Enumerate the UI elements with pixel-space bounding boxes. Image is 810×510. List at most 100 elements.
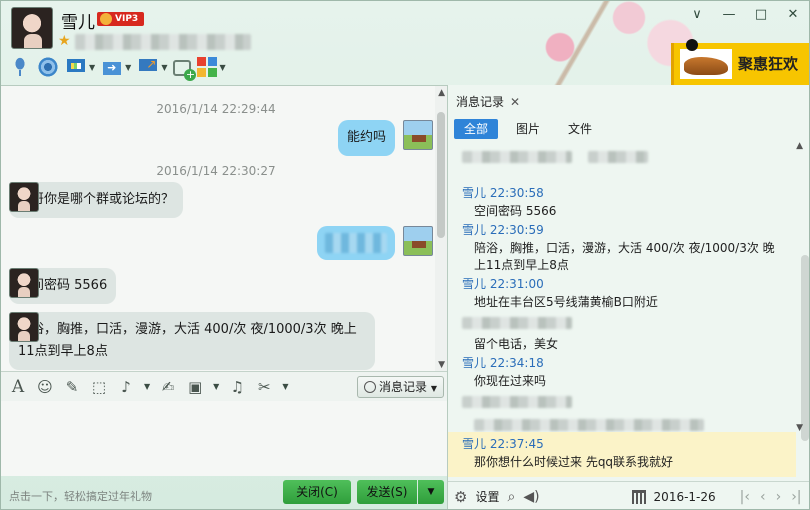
edit-icon[interactable]: ✍ [159, 378, 177, 396]
chevron-down-icon[interactable]: ▼ [219, 63, 225, 72]
message-bubble[interactable]: 陪浴，胸推，口活，漫游，大活 400/次 夜/1000/3次 晚上 11点到早上… [9, 312, 375, 370]
send-options-dropdown[interactable]: ▼ [418, 480, 444, 504]
history-record-blurred [448, 390, 796, 432]
new-message-icon [173, 60, 197, 81]
record-sender-time: 雪儿 22:34:18 [462, 356, 544, 370]
message-history-label: 消息记录 [379, 380, 428, 394]
tab-message-history[interactable]: 消息记录 ✕ [456, 93, 520, 110]
contact-name[interactable]: 雪儿 [61, 8, 95, 33]
contact-avatar[interactable] [9, 268, 39, 298]
scroll-down-icon[interactable]: ▼ [796, 423, 803, 433]
history-scroll-thumb[interactable] [801, 255, 809, 441]
record-sender-time: 雪儿 22:31:00 [462, 277, 544, 291]
video-call-button[interactable] [37, 54, 59, 80]
screen-share-button[interactable]: ▼ [65, 54, 95, 80]
message-history-button[interactable]: 消息记录 ▼ [357, 376, 444, 398]
vip-badge[interactable]: VIP3 [97, 12, 145, 26]
promo-hint-link[interactable]: 点击一下，轻松搞定过年礼物 [9, 488, 152, 504]
magic-icon[interactable]: ✎ [63, 378, 81, 396]
my-avatar[interactable] [403, 226, 433, 256]
window-header: 雪儿 VIP3 ★ ∨ — □ ✕ ▼ ▼ ▼ ▼ 聚惠狂欢 [1, 1, 809, 85]
history-record-highlighted: 雪儿 22:37:45 那你想什么时候过来 先qq联系我就好 [448, 432, 796, 477]
history-record: 雪儿 22:30:59 陪浴，胸推，口活，漫游，大活 400/次 夜/1000/… [448, 220, 796, 274]
action-toolbar: ▼ ▼ ▼ ▼ [9, 54, 226, 81]
contact-avatar[interactable] [9, 182, 39, 212]
gear-icon[interactable]: ⚙ [454, 488, 467, 506]
chevron-down-icon[interactable]: ▼ [213, 382, 219, 391]
message-line: 陪浴，胸推，口活，漫游，大活 400/次 夜/1000/3次 晚上 [18, 322, 357, 337]
message-incoming: 陪浴，胸推，口活，漫游，大活 400/次 夜/1000/3次 晚上 11点到早上… [9, 312, 375, 370]
scroll-up-icon[interactable]: ▲ [438, 88, 445, 98]
record-text: 上11点到早上8点 [474, 258, 569, 272]
apps-icon [197, 57, 218, 77]
camera-icon [37, 56, 59, 78]
message-incoming: 哥哥你是哪个群或论坛的？ [9, 182, 184, 218]
image-icon[interactable]: ▣ [186, 378, 204, 396]
font-icon[interactable]: A [9, 377, 27, 397]
record-text: 地址在丰台区5号线蒲黄榆B口附近 [474, 295, 658, 309]
my-avatar[interactable] [403, 120, 433, 150]
chevron-down-icon[interactable]: ▼ [282, 382, 288, 391]
last-page-icon[interactable]: ›| [791, 489, 801, 505]
record-text: 你现在过来吗 [474, 374, 547, 388]
chevron-down-icon[interactable]: ▼ [161, 63, 167, 72]
close-button[interactable]: 关闭(C) [283, 480, 351, 504]
settings-label[interactable]: 设置 [475, 488, 499, 505]
message-input[interactable] [1, 401, 447, 476]
voice-icon[interactable]: ♪ [117, 378, 135, 396]
emoji-icon[interactable]: ☺ [36, 378, 54, 396]
chevron-down-icon[interactable]: ▼ [125, 63, 131, 72]
filter-images[interactable]: 图片 [506, 119, 550, 139]
ad-banner[interactable]: 聚惠狂欢 [671, 39, 809, 85]
chat-window: 雪儿 VIP3 ★ ∨ — □ ✕ ▼ ▼ ▼ ▼ 聚惠狂欢 2016/1/14… [0, 0, 810, 510]
voice-call-button[interactable] [9, 54, 31, 80]
send-button[interactable]: 发送(S) [357, 480, 417, 504]
first-page-icon[interactable]: |‹ [740, 489, 750, 505]
remote-assist-button[interactable]: ▼ [137, 54, 167, 80]
clock-icon [364, 381, 376, 393]
ad-text: 聚惠狂欢 [738, 55, 799, 73]
scroll-up-icon[interactable]: ▲ [796, 141, 803, 151]
chat-scrollbar[interactable]: ▲ ▼ [435, 86, 447, 372]
chevron-down-icon[interactable]: ▼ [144, 382, 150, 391]
history-list[interactable]: 雪儿 22:30:58 空间密码 5566 雪儿 22:30:59 陪浴，胸推，… [448, 143, 796, 477]
record-text: 空间密码 5566 [474, 204, 557, 218]
message-incoming: 空间密码 5566 [9, 268, 117, 304]
file-transfer-button[interactable]: ▼ [101, 54, 131, 80]
message-bubble-blurred[interactable] [317, 226, 395, 260]
close-icon[interactable]: ✕ [785, 7, 801, 22]
filter-files[interactable]: 文件 [558, 119, 602, 139]
microphone-icon [9, 56, 31, 78]
tab-label: 消息记录 [456, 95, 505, 109]
minimize-icon[interactable]: — [721, 7, 737, 22]
history-panel: 消息记录 ✕ 全部 图片 文件 ▲ ▼ 雪儿 22:30:58 空间密码 5566… [447, 85, 809, 509]
close-tab-icon[interactable]: ✕ [510, 95, 520, 109]
contact-avatar[interactable] [9, 312, 39, 342]
timestamp: 2016/1/14 22:29:44 [156, 102, 276, 116]
scroll-down-icon[interactable]: ▼ [438, 360, 445, 370]
message-bubble[interactable]: 能约吗 [337, 120, 395, 156]
calendar-icon[interactable] [631, 489, 646, 504]
scroll-thumb[interactable] [437, 112, 445, 238]
filter-all[interactable]: 全部 [454, 119, 499, 139]
collapse-icon[interactable]: ∨ [689, 7, 705, 22]
apps-button[interactable]: ▼ [197, 54, 226, 80]
prev-page-icon[interactable]: ‹ [760, 489, 766, 505]
music-icon[interactable]: ♫ [228, 378, 246, 396]
input-toolbar: A ☺ ✎ ⬚ ♪ ▼ ✍ ▣ ▼ ♫ ✂ ▼ 消息记录 ▼ [1, 371, 447, 401]
contact-avatar[interactable] [11, 7, 53, 49]
message-area[interactable]: 2016/1/14 22:29:44 能约吗 2016/1/14 22:30:2… [1, 85, 447, 372]
chevron-down-icon[interactable]: ▼ [89, 63, 95, 72]
screen-share-icon [65, 56, 87, 78]
next-page-icon[interactable]: › [776, 489, 782, 505]
maximize-icon[interactable]: □ [753, 7, 769, 22]
message-line: 11点到早上8点 [18, 344, 108, 359]
screenshot-icon[interactable]: ⬚ [90, 378, 108, 396]
new-message-button[interactable] [173, 54, 197, 81]
search-icon[interactable]: ⌕ [507, 489, 515, 505]
scissors-icon[interactable]: ✂ [255, 378, 273, 396]
history-date[interactable]: 2016-1-26 [654, 490, 716, 504]
speaker-icon[interactable]: ◀) [523, 489, 539, 505]
chevron-down-icon: ▼ [430, 384, 437, 393]
input-footer: 点击一下，轻松搞定过年礼物 关闭(C) 发送(S) ▼ [1, 476, 447, 509]
